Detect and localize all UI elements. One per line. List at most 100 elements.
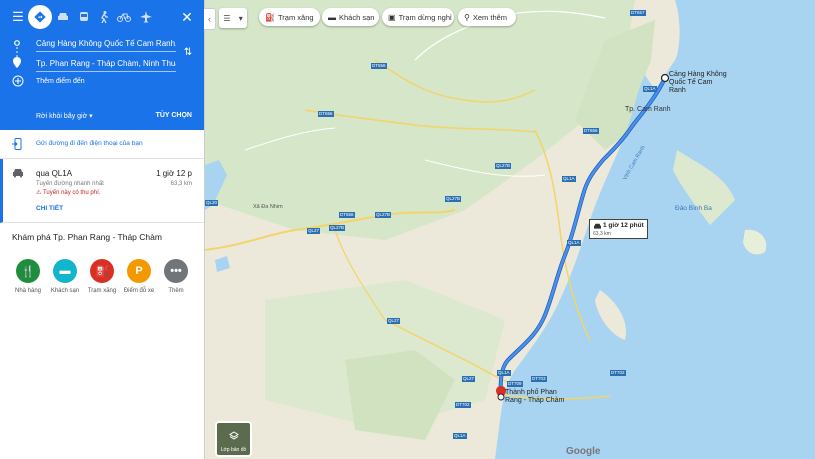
leave-now-dropdown[interactable]: Rời khỏi bây giờ ▾	[36, 112, 93, 120]
explore-title: Khám phá Tp. Phan Rang - Tháp Chàm	[12, 232, 162, 242]
route-duration: 1 giờ 12 p	[156, 169, 192, 178]
swap-icon[interactable]: ⇅	[180, 44, 196, 60]
bicycle-icon	[117, 13, 131, 22]
destination-pin-icon	[13, 57, 21, 68]
bus-icon	[80, 11, 88, 21]
road-label: DT709	[507, 381, 523, 387]
add-destination-button[interactable]: Thêm điểm đến	[36, 78, 85, 85]
category-label: Trạm xăng	[87, 288, 117, 294]
road-label: DT657	[630, 10, 646, 16]
category-label: Thêm	[168, 288, 184, 294]
road-label: DT656	[318, 111, 334, 117]
category-gas[interactable]: ⛽ Trạm xăng	[82, 259, 122, 294]
road-label: QL27	[387, 318, 401, 324]
walk-icon	[101, 11, 108, 23]
road-label: QL27	[462, 376, 476, 382]
map-canvas[interactable]: Tp. Cam Ranh Vịnh Cam Ranh Đảo Bình Ba X…	[205, 0, 815, 459]
origin-input[interactable]: Cảng Hàng Không Quốc Tế Cam Ranh, Cam Hả…	[36, 36, 176, 52]
travel-mode-transit[interactable]	[76, 9, 92, 25]
travel-mode-car[interactable]	[55, 9, 71, 25]
chip-more[interactable]: ⚲ Xem thêm	[458, 8, 516, 26]
road-label: DT656	[583, 128, 599, 134]
road-label: QL1A	[453, 433, 467, 439]
road-label: QL1A	[562, 176, 576, 182]
chip-label: Trạm dừng nghỉ	[398, 12, 452, 22]
directions-header: ☰ ✕ Cảng Hàng Không Quốc Tế Cam Ranh, Tp…	[0, 0, 204, 130]
destination-row: Tp. Phan Rang - Tháp Chàm, Ninh Thuận	[10, 56, 190, 72]
close-icon[interactable]: ✕	[179, 9, 195, 25]
road-label: DT702	[610, 370, 626, 376]
destination-map-label: Thành phố Phan Rang - Tháp Chàm	[505, 389, 565, 404]
chevron-down-icon: ▾	[238, 13, 243, 23]
airplane-icon	[140, 11, 152, 23]
road-label: QL27	[307, 228, 321, 234]
collapse-panel-button[interactable]: ‹	[204, 8, 216, 30]
road-label: QL1A	[567, 240, 581, 246]
chip-rest-stop[interactable]: ▣ Trạm dừng nghỉ	[382, 8, 454, 26]
category-more[interactable]: ••• Thêm	[156, 259, 196, 294]
travel-mode-walk[interactable]	[96, 9, 112, 25]
chip-gas-station[interactable]: ⛽ Trạm xăng	[259, 8, 320, 26]
route-box-duration: 1 giờ 12 phút	[603, 222, 644, 229]
more-icon: •••	[164, 259, 188, 283]
warning-icon: ⚠	[36, 190, 42, 196]
origin-row: Cảng Hàng Không Quốc Tế Cam Ranh, Cam Hả…	[10, 36, 190, 52]
menu-icon[interactable]: ☰	[10, 9, 26, 25]
map-layer-dropdown[interactable]: ☰ ▾	[219, 8, 247, 28]
route-subtitle: Tuyến đường nhanh nhất	[36, 181, 104, 187]
road-label: DT656	[371, 63, 387, 69]
list-icon: ☰	[223, 13, 231, 23]
route-box-distance: 63,3 km	[593, 231, 611, 237]
layers-button[interactable]: Lớp bản đồ	[215, 421, 252, 457]
route-via: qua QL1A	[36, 169, 73, 178]
category-label: Nhà hàng	[14, 288, 42, 294]
gas-station-icon: ⛽	[90, 259, 114, 283]
category-hotel[interactable]: ▬ Khách sạn	[45, 259, 85, 294]
toll-warning: ⚠ Tuyến này có thu phí.	[36, 189, 100, 196]
travel-mode-bar: ☰ ✕	[0, 0, 204, 34]
road-label: DT703	[531, 376, 547, 382]
road-label: QL27B	[375, 212, 392, 218]
hotel-icon: ▬	[53, 259, 77, 283]
car-icon	[13, 169, 23, 178]
car-icon	[594, 223, 601, 229]
travel-mode-best[interactable]	[28, 5, 52, 29]
car-icon	[58, 13, 68, 20]
chip-label: Khách sạn	[339, 12, 375, 22]
place-label: Tp. Cam Ranh	[625, 106, 671, 113]
road-label: QL20	[205, 200, 219, 206]
chip-hotel[interactable]: ▬ Khách sạn	[322, 8, 379, 26]
layers-icon	[229, 431, 239, 440]
road-label: QL27B	[445, 196, 462, 202]
send-to-phone-label: Gửi đường đi đến điện thoại của bạn	[36, 140, 143, 147]
road-label: QL1A	[497, 370, 511, 376]
toll-note: Tuyến này có thu phí.	[42, 190, 101, 196]
category-label: Khách sạn	[50, 288, 80, 294]
google-logo: Google	[566, 446, 601, 457]
destination-input[interactable]: Tp. Phan Rang - Tháp Chàm, Ninh Thuận	[36, 56, 176, 72]
road-label: QL1A	[643, 86, 657, 92]
place-label: Đảo Bình Ba	[675, 205, 712, 212]
route-option[interactable]: qua QL1A 1 giờ 12 p Tuyến đường nhanh nh…	[0, 159, 204, 223]
leave-now-label: Rời khỏi bây giờ	[36, 113, 88, 120]
category-parking[interactable]: P Điểm đỗ xe	[119, 259, 159, 294]
road-label: QL27B	[495, 163, 512, 169]
add-icon[interactable]	[12, 75, 24, 87]
route-details-link[interactable]: CHI TIẾT	[36, 205, 63, 212]
route-info-box[interactable]: 1 giờ 12 phút 63,3 km	[589, 219, 648, 239]
category-restaurant[interactable]: 🍴 Nhà hàng	[8, 259, 48, 294]
directions-icon	[34, 11, 46, 23]
category-label: Điểm đỗ xe	[123, 288, 155, 294]
chevron-down-icon: ▾	[89, 113, 93, 120]
road-label: DT702	[455, 402, 471, 408]
route-distance: 63,3 km	[170, 181, 192, 187]
road-label: QL27B	[329, 225, 346, 231]
parking-icon: P	[127, 259, 151, 283]
place-label: Xã Đa Nhim	[253, 204, 283, 210]
send-to-phone-icon	[12, 138, 22, 150]
hotel-icon: ▬	[328, 12, 336, 22]
send-to-phone-row[interactable]: Gửi đường đi đến điện thoại của bạn	[0, 130, 204, 159]
options-button[interactable]: TÙY CHỌN	[156, 112, 192, 119]
travel-mode-flight[interactable]	[138, 9, 154, 25]
travel-mode-bike[interactable]	[116, 9, 132, 25]
